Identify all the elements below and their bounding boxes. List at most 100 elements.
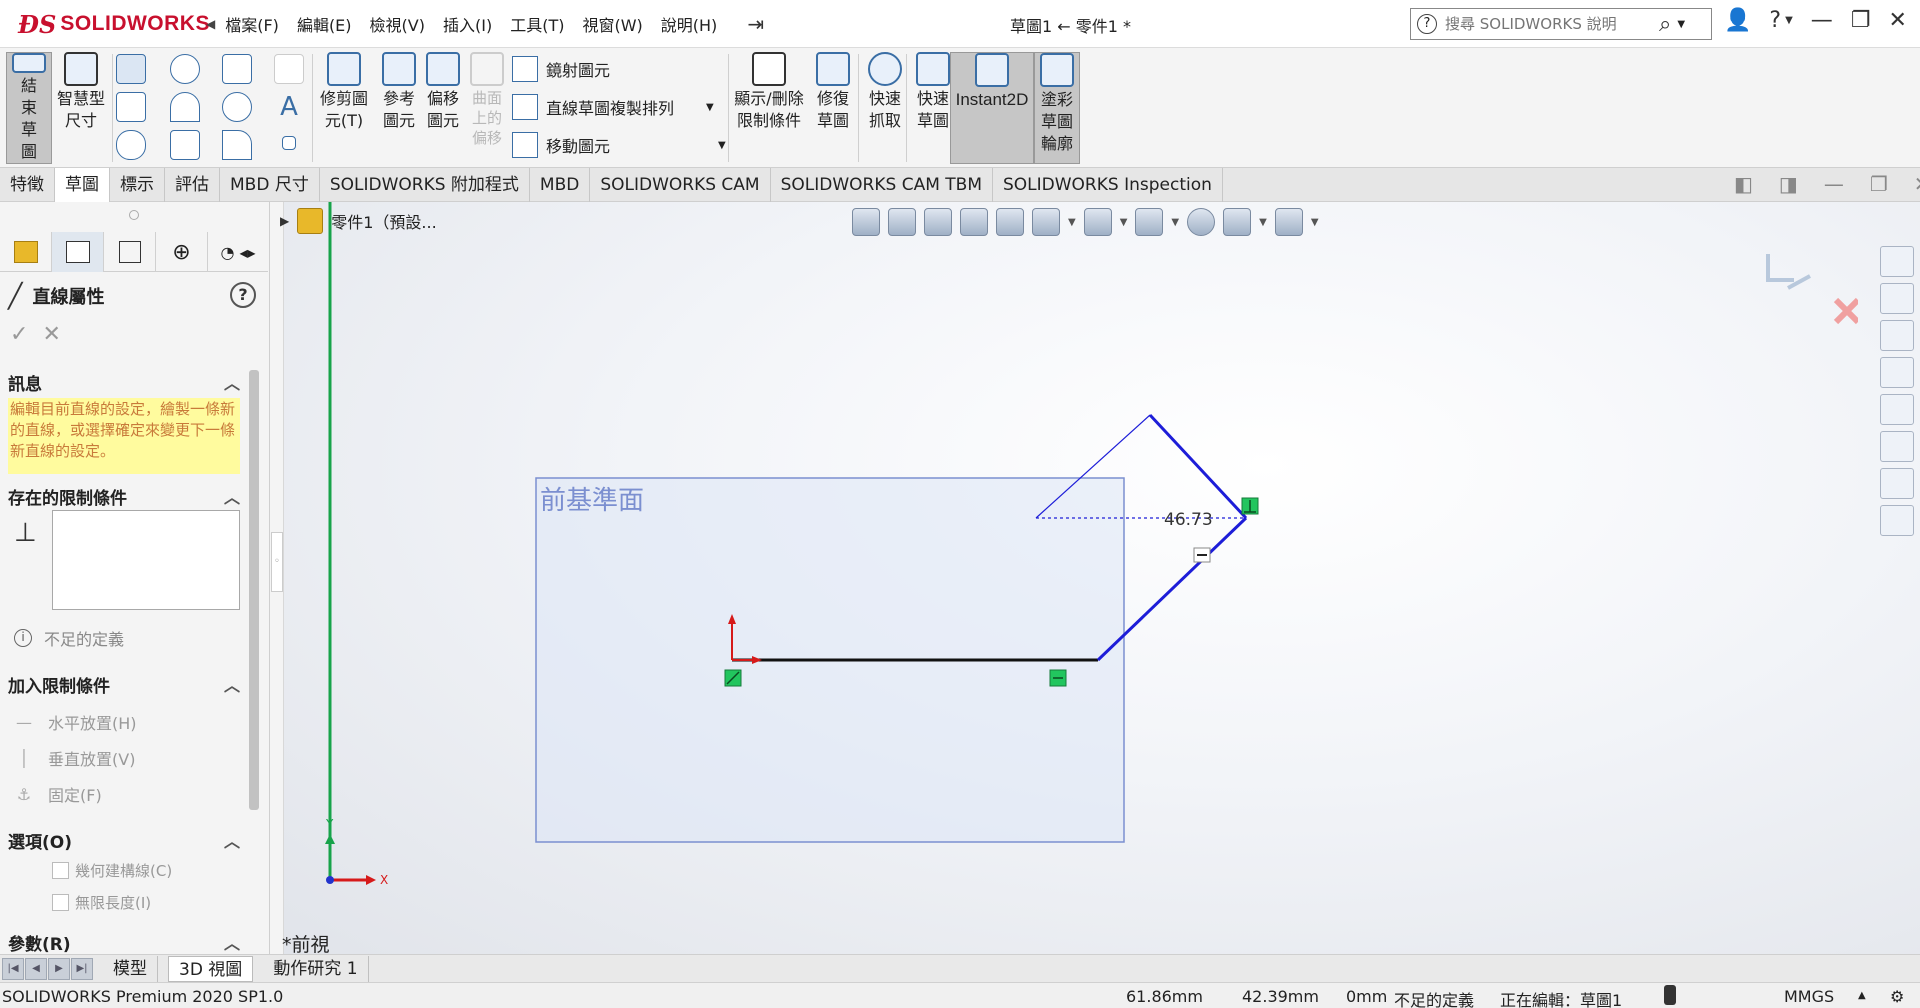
sketch-line-active[interactable] [1148,413,1248,520]
slot-tool-icon[interactable] [116,130,146,160]
hide-show-items-icon[interactable] [1135,208,1164,236]
units-dropdown-icon[interactable]: ▲ [1858,990,1866,1001]
tab-features[interactable]: 特徵 [0,168,55,202]
forum-icon[interactable] [1880,505,1914,536]
menu-tools[interactable]: 工具(T) [510,12,564,36]
design-library-icon[interactable] [1880,320,1914,351]
tile-left-icon[interactable]: ◧ [1734,172,1753,196]
appearances-icon[interactable] [1880,431,1914,462]
solidworks-logo[interactable]: ƉS SOLIDWORKS [18,6,210,42]
section-view-icon[interactable] [960,208,988,236]
last-tab-icon[interactable]: ▶| [71,957,93,980]
arc-tool-icon[interactable] [170,92,200,122]
tab-markup[interactable]: 標示 [110,168,165,202]
sketch-canvas[interactable]: Y X [284,202,1920,954]
graphics-area[interactable]: Y X [284,202,1920,954]
close-icon[interactable]: ✕ [1889,8,1907,33]
home-icon[interactable] [1880,283,1914,314]
unit-system[interactable]: MMGS [1784,987,1834,1006]
feature-tree-flyout[interactable]: ▶ 零件1（預設... [280,208,437,234]
dropdown-icon[interactable]: ▼ [1311,217,1319,228]
display-style-icon[interactable] [1083,208,1112,236]
search-icon[interactable]: ⌕ [1659,12,1671,37]
add-fix-relation[interactable]: ⚓ 固定(F) [12,782,102,806]
polygon-tool-icon[interactable] [170,130,200,160]
parameters-group-header[interactable]: 參數(R) ︿ [8,930,240,955]
menu-window[interactable]: 視窗(W) [582,12,642,36]
convert-entities-button[interactable]: 參考圖元 [376,52,422,164]
move-dropdown-icon[interactable]: ▼ [718,140,726,151]
menu-collapse-icon[interactable]: ◀ [206,17,215,31]
panel-handle[interactable] [129,210,139,220]
rectangle-tool-icon[interactable] [116,92,146,122]
add-horizontal-relation[interactable]: — 水平放置(H) [12,710,137,734]
previous-view-icon[interactable] [924,208,952,236]
help-dropdown-icon[interactable]: ▼ [1785,15,1793,26]
configuration-manager-tab[interactable] [104,232,156,272]
tab-evaluate[interactable]: 評估 [165,168,220,202]
menu-view[interactable]: 檢視(V) [370,12,425,36]
tab-3d-views[interactable]: 3D 視圖 [168,955,254,982]
display-relations-button[interactable]: 顯示/刪除限制條件 [732,52,806,164]
circle-tool-icon[interactable] [170,54,200,84]
dropdown-icon[interactable]: ▼ [1120,217,1128,228]
dropdown-icon[interactable]: ▼ [1259,217,1267,228]
tab-cam-tbm[interactable]: SOLIDWORKS CAM TBM [771,168,993,202]
view-orientation-icon[interactable] [1032,208,1060,236]
tab-model[interactable]: 模型 [103,955,158,982]
mirror-entities-button[interactable]: 鏡射圖元 [512,56,610,82]
repair-sketch-button[interactable]: 修復草圖 [810,52,856,164]
custom-properties-icon[interactable] [1880,468,1914,499]
offset-on-surface-button[interactable]: 曲面上的偏移 [464,52,510,164]
linear-pattern-button[interactable]: 直線草圖複製排列 ▼ [512,94,714,120]
spline-tool-icon[interactable] [222,54,252,84]
cancel-sketch-corner-icon[interactable] [1833,297,1858,325]
prev-tab-icon[interactable]: ◀ [25,957,47,980]
exit-sketch-button[interactable]: 結束草圖 [6,52,52,164]
pattern-dropdown-icon[interactable]: ▼ [706,102,714,113]
menu-file[interactable]: 檔案(F) [225,12,279,36]
existing-relations-header[interactable]: 存在的限制條件 ︿ [8,484,240,509]
pm-help-icon[interactable]: ? [230,282,256,308]
dropdown-icon[interactable]: ▼ [1171,217,1179,228]
view-palette-icon[interactable] [1880,394,1914,425]
pm-scrollbar[interactable] [249,370,259,810]
line-tool-icon[interactable] [116,54,146,84]
display-manager-tab[interactable]: ◔ ◂▸ [208,232,268,272]
zoom-to-fit-icon[interactable] [852,208,880,236]
tab-mbd-dimensions[interactable]: MBD 尺寸 [220,168,320,202]
add-vertical-relation[interactable]: │ 垂直放置(V) [12,746,135,770]
doc-minimize-icon[interactable]: — [1824,172,1844,196]
menu-insert[interactable]: 插入(I) [443,12,492,36]
construction-checkbox[interactable]: 幾何建構線(C) [52,860,172,881]
plane-tool-icon[interactable] [274,54,304,84]
infinite-length-checkbox[interactable]: 無限長度(I) [52,892,151,913]
ellipse-tool-icon[interactable] [222,92,252,122]
apply-scene-icon[interactable] [1223,208,1252,236]
dimxpert-tab[interactable]: ⊕ [156,232,208,272]
tab-mbd[interactable]: MBD [530,168,591,202]
dropdown-icon[interactable]: ▼ [1068,217,1076,228]
move-entities-button[interactable]: 移動圖元 ▼ [512,132,726,158]
options-group-header[interactable]: 選項(O) ︿ [8,828,240,853]
zoom-to-area-icon[interactable] [888,208,916,236]
file-explorer-icon[interactable] [1880,357,1914,388]
help-icon[interactable]: ? [1769,8,1781,33]
help-question-icon[interactable]: ? [1417,14,1437,34]
user-icon[interactable]: 👤 [1724,8,1751,33]
property-manager-tab[interactable] [52,232,104,272]
exit-sketch-corner-icon[interactable] [1766,254,1794,282]
offset-entities-button[interactable]: 偏移圖元 [420,52,466,164]
menu-edit[interactable]: 編輯(E) [297,12,352,36]
doc-restore-icon[interactable]: ❐ [1870,172,1888,196]
expand-arrow-icon[interactable]: ▶ [280,214,289,228]
pin-icon[interactable]: ⇥ [747,12,764,36]
edit-appearance-icon[interactable] [1187,208,1216,236]
tab-motion-study[interactable]: 動作研究 1 [263,955,369,982]
cancel-icon[interactable]: ✕ [42,322,60,347]
rebuild-status-icon[interactable] [1664,985,1676,1005]
ok-icon[interactable]: ✓ [10,322,28,347]
menu-help[interactable]: 說明(H) [661,12,718,36]
search-input[interactable] [1445,15,1655,33]
fillet-tool-icon[interactable] [222,130,252,160]
